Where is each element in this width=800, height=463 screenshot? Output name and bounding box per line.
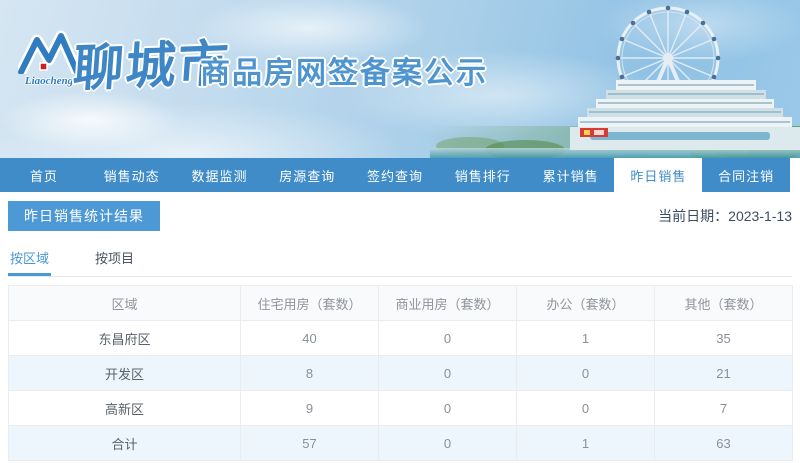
current-date-label: 当前日期：2023-1-13 [658,206,792,226]
site-title: 商品房网签备案公示 [200,48,488,92]
cell-other: 21 [655,356,793,391]
cell-residential: 57 [241,426,379,461]
sales-statistics-table: 区域 住宅用房（套数） 商业用房（套数） 办公（套数） 其他（套数） 东昌府区 … [8,285,793,461]
cell-residential: 9 [241,391,379,426]
cell-office: 1 [517,321,655,356]
column-header-residential: 住宅用房（套数） [241,286,379,321]
cell-residential: 8 [241,356,379,391]
table-row: 开发区 8 0 0 21 [9,356,793,391]
main-content: 昨日销售统计结果 当前日期：2023-1-13 按区域 按项目 区域 住宅用房（… [0,201,800,461]
cell-commercial: 0 [379,391,517,426]
column-header-commercial: 商业用房（套数） [379,286,517,321]
cell-office: 0 [517,391,655,426]
nav-item-signing-query[interactable]: 签约查询 [351,158,439,192]
cell-region: 开发区 [9,356,241,391]
cell-region: 合计 [9,426,241,461]
nav-item-yesterday-sales[interactable]: 昨日销售 [614,158,702,192]
nav-item-listing-query[interactable]: 房源查询 [263,158,351,192]
cell-other: 63 [655,426,793,461]
nav-item-home[interactable]: 首页 [0,158,88,192]
nav-item-contract-cancellation[interactable]: 合同注销 [702,158,790,192]
cell-other: 7 [655,391,793,426]
table-row: 高新区 9 0 0 7 [9,391,793,426]
page: Liaocheng 聊城市 商品房网签备案公示 首页 销售动态 数据监测 房源查… [0,0,800,463]
tab-by-project[interactable]: 按项目 [93,244,136,276]
nav-item-data-monitoring[interactable]: 数据监测 [176,158,264,192]
nav-item-sales-ranking[interactable]: 销售排行 [439,158,527,192]
cell-office: 1 [517,426,655,461]
cell-office: 0 [517,356,655,391]
nav-item-sales-dynamics[interactable]: 销售动态 [88,158,176,192]
cell-residential: 40 [241,321,379,356]
cell-region: 高新区 [9,391,241,426]
section-title-badge: 昨日销售统计结果 [8,201,160,231]
cell-region: 东昌府区 [9,321,241,356]
toolbar: 昨日销售统计结果 当前日期：2023-1-13 [8,201,792,231]
table-header-row: 区域 住宅用房（套数） 商业用房（套数） 办公（套数） 其他（套数） [9,286,793,321]
column-header-region: 区域 [9,286,241,321]
cell-other: 35 [655,321,793,356]
nav-item-cumulative-sales[interactable]: 累计销售 [527,158,615,192]
cell-commercial: 0 [379,426,517,461]
tab-by-region[interactable]: 按区域 [8,244,51,276]
site-header-banner: Liaocheng 聊城市 商品房网签备案公示 [0,0,800,158]
column-header-other: 其他（套数） [655,286,793,321]
cell-commercial: 0 [379,321,517,356]
table-row: 东昌府区 40 0 1 35 [9,321,793,356]
table-row-total: 合计 57 0 1 63 [9,426,793,461]
view-tabs: 按区域 按项目 [8,244,792,277]
column-header-office: 办公（套数） [517,286,655,321]
cell-commercial: 0 [379,356,517,391]
main-nav: 首页 销售动态 数据监测 房源查询 签约查询 销售排行 累计销售 昨日销售 合同… [0,158,790,192]
logo-mountain-icon [18,30,80,74]
